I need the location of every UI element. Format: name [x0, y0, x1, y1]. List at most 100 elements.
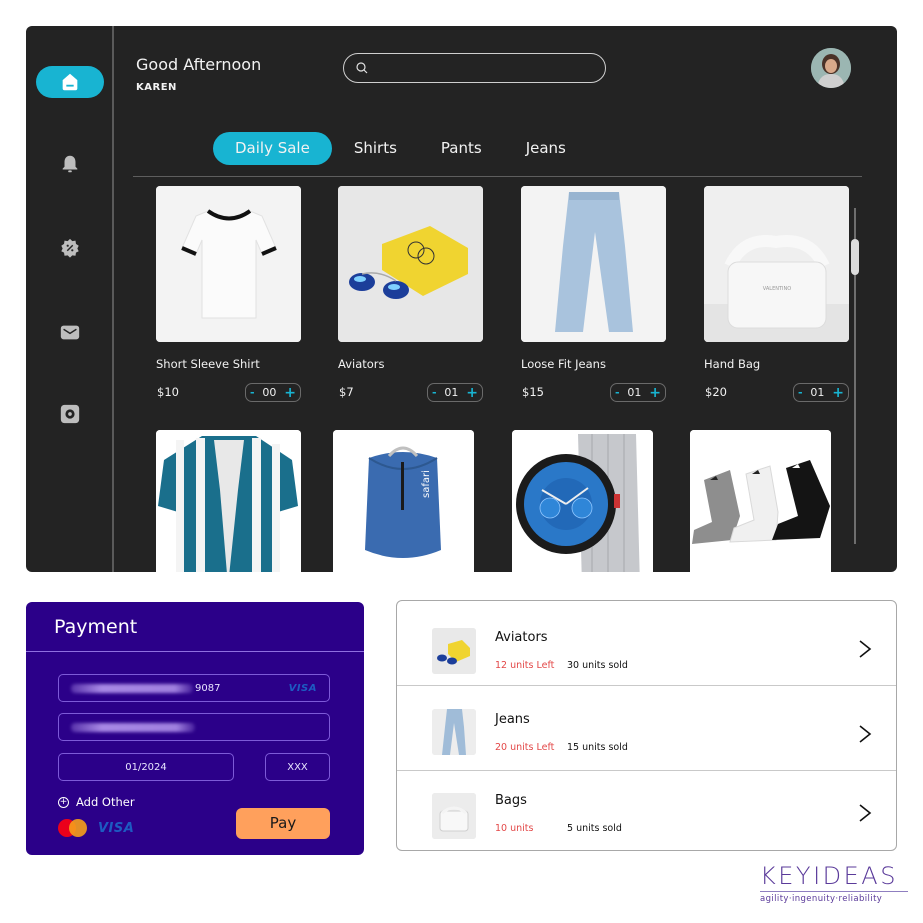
increase-button[interactable]: +	[649, 386, 661, 400]
greeting-text: Good Afternoon	[136, 55, 262, 74]
product-card[interactable]	[512, 430, 657, 572]
product-image-socks	[690, 430, 831, 572]
units-left: 10 units	[495, 823, 534, 834]
quantity-stepper: - 01 +	[427, 383, 483, 402]
quantity-stepper: - 00 +	[245, 383, 301, 402]
tab-pants[interactable]: Pants	[419, 132, 504, 165]
quantity-stepper: - 01 +	[610, 383, 666, 402]
product-card[interactable]: VALENTINO Hand Bag $20 - 01 +	[704, 186, 849, 402]
product-price: $15	[522, 385, 544, 399]
add-other-label: Add Other	[76, 795, 135, 809]
decrease-button[interactable]: -	[615, 386, 620, 399]
search-input[interactable]	[374, 61, 605, 75]
logo-divider	[760, 891, 908, 892]
product-image-jeans	[521, 186, 666, 342]
product-name: Loose Fit Jeans	[521, 357, 606, 371]
quantity-value: 01	[810, 386, 825, 399]
discount-badge-icon	[61, 238, 79, 258]
visa-accepted-logo: VISA	[98, 821, 135, 836]
tab-jeans[interactable]: Jeans	[504, 132, 588, 165]
card-number-field[interactable]: 9087 VISA	[58, 674, 330, 702]
sidebar-item-home[interactable]	[36, 66, 104, 98]
user-avatar[interactable]	[811, 48, 851, 88]
avatar-image	[811, 48, 851, 88]
cvv-field[interactable]: XXX	[265, 753, 330, 781]
tab-shirts[interactable]: Shirts	[332, 132, 419, 165]
masked-cardholder-name	[71, 722, 195, 732]
sidebar-item-messages[interactable]	[36, 316, 104, 348]
scrollbar-thumb[interactable]	[851, 239, 859, 275]
backpack-brand-text: safari	[421, 470, 432, 498]
decrease-button[interactable]: -	[432, 386, 437, 399]
product-card[interactable]	[690, 430, 835, 572]
bell-icon	[62, 155, 78, 173]
product-card[interactable]	[156, 430, 301, 572]
search-bar[interactable]	[343, 53, 606, 83]
keyideas-logo: KEYIDEAS agility·ingenuity·reliability	[760, 862, 910, 904]
cardholder-name-field[interactable]	[58, 713, 330, 741]
inventory-item-name: Jeans	[495, 712, 530, 727]
chevron-right-icon[interactable]	[858, 803, 872, 823]
shop-dashboard: Good Afternoon KAREN Daily Sale Shirts P…	[26, 26, 897, 572]
logo-wordmark: KEYIDEAS	[760, 862, 898, 890]
search-icon	[356, 62, 368, 74]
svg-text:VALENTINO: VALENTINO	[763, 286, 791, 292]
tabs-divider	[133, 176, 862, 177]
inventory-row-jeans[interactable]: Jeans 20 units Left 15 units sold	[397, 685, 896, 770]
payment-title: Payment	[54, 616, 138, 638]
expiry-value: 01/2024	[125, 761, 167, 773]
inventory-thumb-jeans	[432, 709, 476, 755]
product-image-handbag: VALENTINO	[704, 186, 849, 342]
increase-button[interactable]: +	[284, 386, 296, 400]
visa-logo: VISA	[288, 682, 317, 694]
units-sold: 5 units sold	[567, 823, 622, 834]
sidebar-item-notifications[interactable]	[36, 148, 104, 180]
mail-icon	[60, 325, 80, 340]
masked-card-number	[71, 683, 193, 693]
product-image-striped-shirt	[156, 430, 301, 572]
product-card[interactable]: safari	[333, 430, 478, 572]
plus-circle-icon: +	[58, 796, 69, 808]
inventory-thumb-bags	[432, 793, 476, 839]
product-image-backpack: safari	[333, 430, 474, 572]
sidebar-item-settings[interactable]	[36, 398, 104, 430]
product-name: Hand Bag	[704, 357, 761, 371]
chevron-right-icon[interactable]	[858, 724, 872, 744]
product-name: Aviators	[338, 357, 385, 371]
expiry-field[interactable]: 01/2024	[58, 753, 234, 781]
inventory-row-aviators[interactable]: Aviators 12 units Left 30 units sold	[397, 601, 896, 685]
logo-tagline: agility·ingenuity·reliability	[760, 894, 883, 904]
product-image-tshirt	[156, 186, 301, 342]
home-icon	[62, 73, 78, 91]
username: KAREN	[136, 82, 177, 93]
tab-daily-sale[interactable]: Daily Sale	[213, 132, 332, 165]
card-number-suffix: 9087	[195, 682, 221, 694]
inventory-item-name: Aviators	[495, 630, 548, 645]
product-image-aviators	[338, 186, 483, 342]
product-card[interactable]: Loose Fit Jeans $15 - 01 +	[521, 186, 666, 402]
product-grid: Short Sleeve Shirt $10 - 00 + Aviators $…	[156, 186, 856, 572]
product-card[interactable]: Aviators $7 - 01 +	[338, 186, 483, 402]
units-sold: 30 units sold	[567, 660, 628, 671]
increase-button[interactable]: +	[832, 386, 844, 400]
product-image-smartwatch	[512, 430, 653, 572]
product-name: Short Sleeve Shirt	[156, 357, 260, 371]
decrease-button[interactable]: -	[250, 386, 255, 399]
sidebar-item-offers[interactable]	[36, 232, 104, 264]
increase-button[interactable]: +	[466, 386, 478, 400]
units-left: 20 units Left	[495, 742, 555, 753]
product-card[interactable]: Short Sleeve Shirt $10 - 00 +	[156, 186, 301, 402]
decrease-button[interactable]: -	[798, 386, 803, 399]
inventory-row-bags[interactable]: Bags 10 units 5 units sold	[397, 770, 896, 850]
chevron-right-icon[interactable]	[858, 639, 872, 659]
pay-button[interactable]: Pay	[236, 808, 330, 839]
units-left: 12 units Left	[495, 660, 555, 671]
quantity-value: 01	[627, 386, 642, 399]
add-other-button[interactable]: + Add Other	[58, 795, 135, 809]
gear-icon	[60, 404, 80, 424]
quantity-value: 00	[262, 386, 277, 399]
inventory-thumb-aviators	[432, 628, 476, 674]
category-tabs: Daily Sale Shirts Pants Jeans	[213, 132, 588, 165]
product-price: $10	[157, 385, 179, 399]
product-price: $20	[705, 385, 727, 399]
